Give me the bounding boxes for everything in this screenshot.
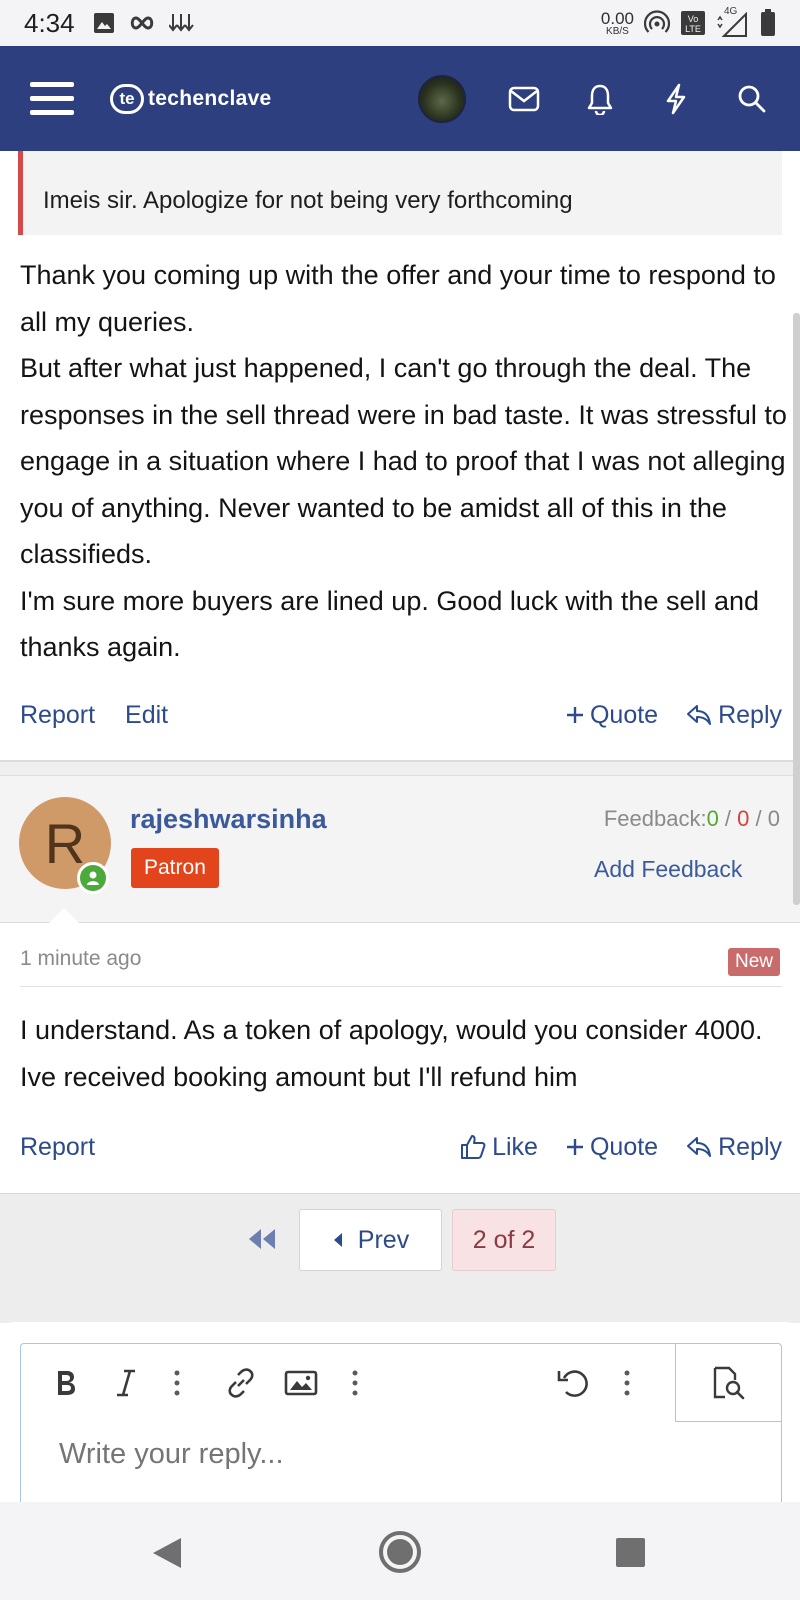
site-logo[interactable]: te techenclave — [110, 83, 272, 114]
new-badge: New — [727, 948, 780, 976]
post-actions: Report Like Quote Reply — [20, 1127, 782, 1167]
post-actions: Report Edit Quote Reply — [20, 695, 782, 735]
bold-icon — [58, 1371, 75, 1395]
pagination: Prev 2 of 2 — [0, 1193, 800, 1323]
author-pointer — [48, 908, 80, 924]
recent-apps-icon[interactable] — [616, 1538, 645, 1567]
back-icon[interactable] — [151, 1536, 183, 1570]
preview-icon — [713, 1366, 744, 1399]
logo-text: techenclave — [148, 86, 272, 110]
user-avatar[interactable] — [418, 74, 466, 123]
post-author-block: R rajeshwarsinha Patron Feedback:0 / 0 /… — [0, 775, 800, 923]
status-time: 4:34 — [24, 7, 75, 38]
caret-left-icon — [333, 1233, 342, 1247]
quote-button[interactable]: Quote — [566, 701, 658, 730]
online-status-icon — [77, 862, 109, 894]
post-paragraph: But after what just happened, I can't go… — [20, 353, 787, 569]
plus-icon — [566, 1139, 583, 1155]
add-feedback-link[interactable]: Add Feedback — [594, 856, 742, 883]
signal-icon: 4G — [716, 6, 750, 38]
feedback-negative: 0 — [737, 806, 750, 831]
post-body: I understand. As a token of apology, wou… — [20, 1007, 790, 1100]
feedback-positive: 0 — [706, 806, 719, 831]
quote-label: Quote — [589, 700, 659, 729]
quote-button[interactable]: Quote — [566, 1133, 658, 1162]
hotspot-icon — [644, 10, 670, 33]
current-page[interactable]: 2 of 2 — [452, 1209, 556, 1271]
feedback-summary: Feedback:0 / 0 / 0 — [603, 806, 780, 831]
reply-label: Reply — [718, 1132, 782, 1161]
post-paragraph: I'm sure more buyers are lined up. Good … — [20, 585, 760, 663]
more-editor-options[interactable] — [619, 1365, 635, 1401]
reply-input[interactable] — [59, 1438, 739, 1471]
logo-badge: te — [110, 83, 144, 114]
reply-button[interactable]: Reply — [686, 701, 782, 730]
status-bar: 4:34 0.00 KB/S Vo LTE 4G — [0, 0, 800, 46]
inbox-icon[interactable] — [506, 81, 542, 117]
menu-icon[interactable] — [30, 82, 74, 115]
like-label: Like — [492, 1132, 538, 1161]
author-username[interactable]: rajeshwarsinha — [130, 804, 327, 835]
site-header: te techenclave — [0, 46, 800, 151]
more-vertical-icon — [624, 1370, 630, 1396]
post-timestamp[interactable]: 1 minute ago — [20, 947, 141, 971]
system-nav-bar — [0, 1502, 800, 1600]
italic-button[interactable] — [111, 1365, 141, 1401]
infinity-icon — [130, 16, 153, 30]
undo-icon — [557, 1370, 588, 1397]
search-icon[interactable] — [734, 81, 770, 117]
edit-link[interactable]: Edit — [125, 701, 168, 730]
post-paragraph: Thank you coming up with the offer and y… — [20, 260, 776, 337]
quote-text: Imeis sir. Apologize for not being very … — [43, 187, 573, 214]
svg-text:LTE: LTE — [685, 24, 701, 34]
bold-button[interactable] — [51, 1365, 81, 1401]
reply-editor — [20, 1343, 782, 1513]
meta-divider — [20, 986, 782, 987]
download-activity-icon — [168, 14, 194, 32]
insert-image-button[interactable] — [283, 1365, 319, 1401]
svg-text:Vo: Vo — [688, 14, 699, 24]
more-vertical-icon — [352, 1370, 358, 1396]
reply-icon — [687, 1137, 712, 1157]
scrollbar[interactable] — [793, 313, 800, 905]
reply-icon — [687, 705, 712, 725]
volte-icon: VoLTE — [681, 11, 705, 35]
reply-editor-area — [0, 1322, 800, 1513]
reply-label: Reply — [718, 700, 782, 729]
report-link[interactable]: Report — [20, 1133, 95, 1162]
insert-link-button[interactable] — [223, 1365, 259, 1401]
post-body: Thank you coming up with the offer and y… — [20, 252, 790, 671]
italic-icon — [117, 1369, 135, 1397]
bell-icon[interactable] — [582, 81, 618, 117]
net-speed: 0.00 KB/S — [600, 8, 634, 37]
reply-button[interactable]: Reply — [686, 1133, 782, 1162]
prev-page-button[interactable]: Prev — [299, 1209, 442, 1271]
like-button[interactable]: Like — [460, 1133, 538, 1162]
image-notification-icon — [93, 13, 114, 33]
thumbs-up-icon — [461, 1135, 486, 1159]
more-vertical-icon — [174, 1370, 180, 1396]
undo-button[interactable] — [555, 1365, 591, 1401]
post-gap — [0, 762, 800, 775]
battery-icon — [761, 9, 775, 36]
preview-button[interactable] — [675, 1344, 781, 1422]
more-text-options[interactable] — [169, 1365, 185, 1401]
image-icon — [284, 1370, 318, 1396]
feedback-neutral: 0 — [767, 806, 780, 831]
plus-icon — [566, 707, 583, 723]
patron-badge: Patron — [131, 848, 219, 888]
link-icon — [228, 1368, 254, 1398]
more-insert-options[interactable] — [347, 1365, 363, 1401]
lightning-icon[interactable] — [658, 81, 694, 117]
home-icon[interactable] — [379, 1531, 421, 1573]
quote-label: Quote — [589, 1132, 659, 1161]
prev-label: Prev — [357, 1225, 410, 1254]
first-page-icon[interactable] — [247, 1224, 277, 1254]
quote-block: Imeis sir. Apologize for not being very … — [18, 151, 782, 235]
post-paragraph: I understand. As a token of apology, wou… — [20, 1015, 763, 1092]
report-link[interactable]: Report — [20, 701, 95, 730]
